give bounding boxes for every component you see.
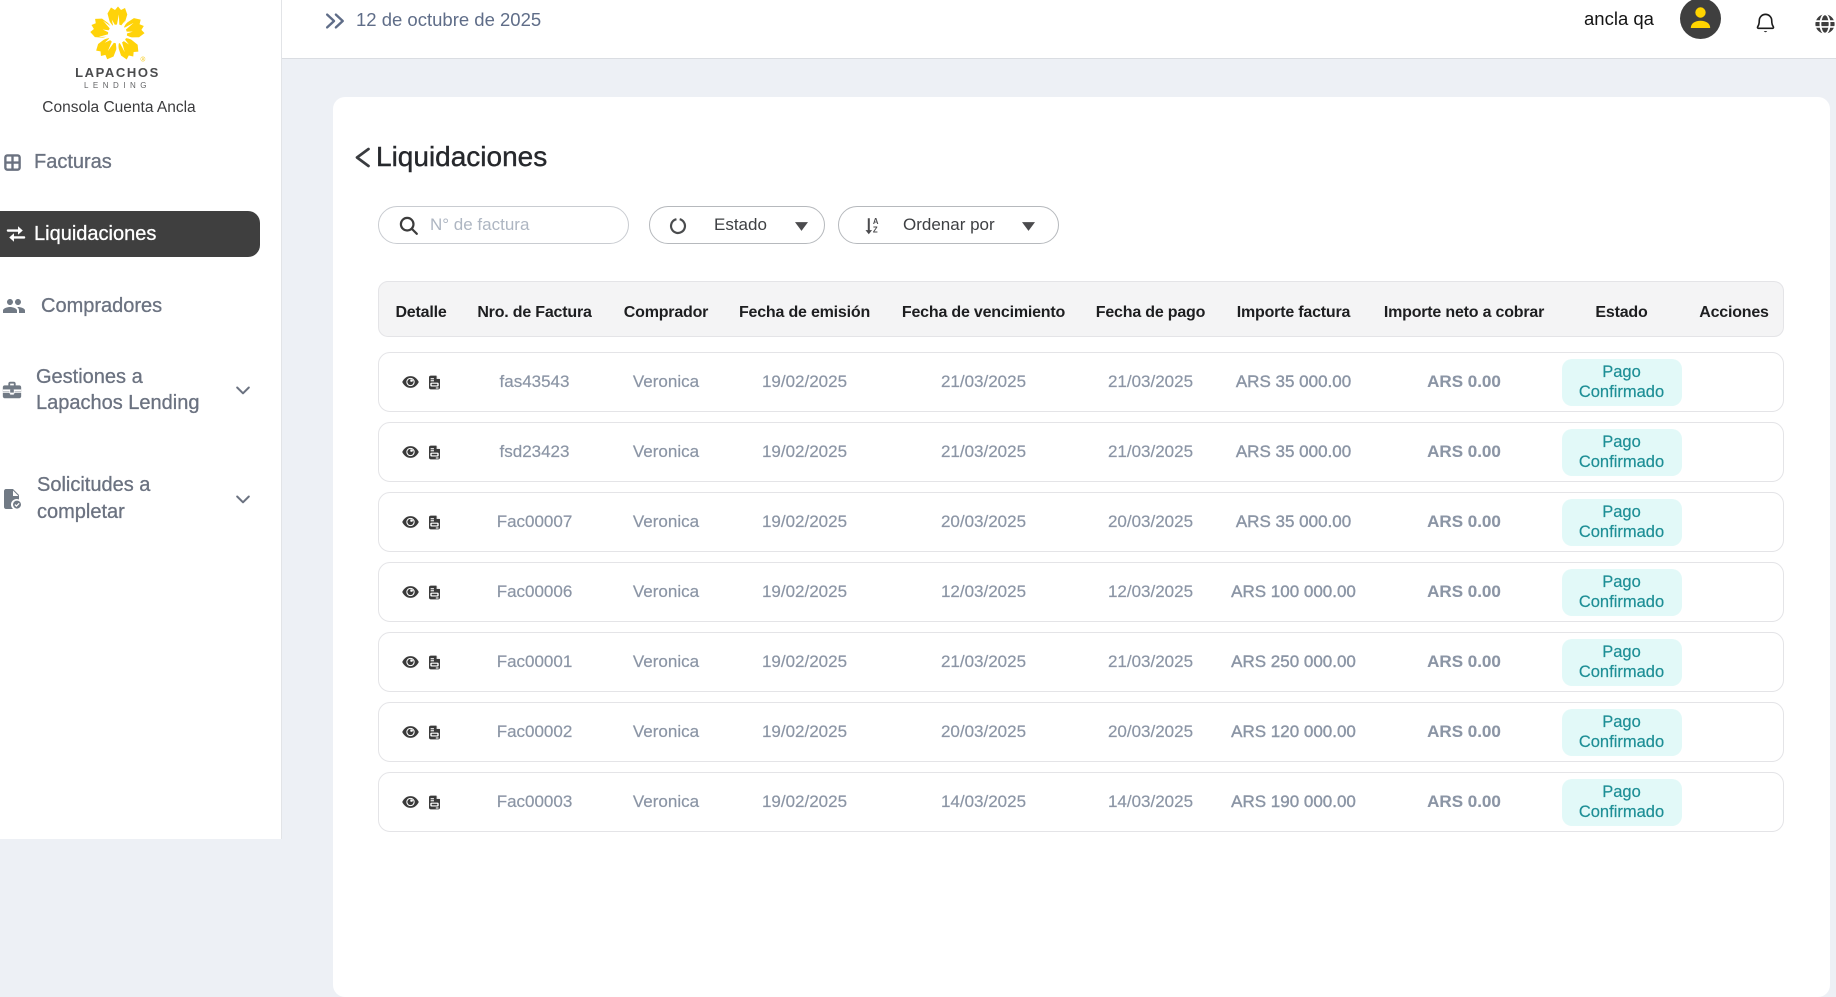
svg-text:Z: Z: [873, 225, 878, 234]
svg-text:®: ®: [141, 56, 146, 63]
